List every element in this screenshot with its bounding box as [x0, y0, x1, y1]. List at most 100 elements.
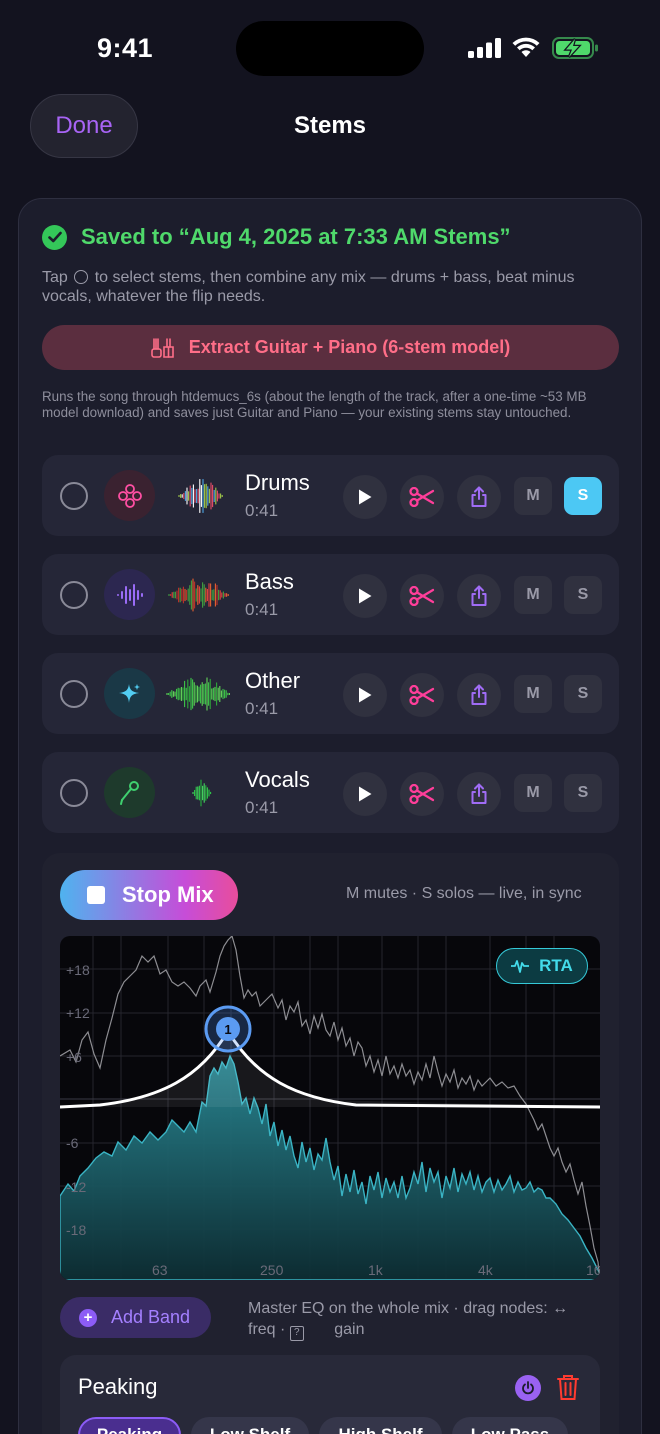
saved-text: Saved to “Aug 4, 2025 at 7:33 AM Stems” — [81, 224, 511, 249]
trim-button[interactable] — [400, 673, 444, 717]
freq-label: 63 — [152, 1262, 168, 1278]
db-label: +18 — [66, 962, 90, 978]
eq-graph[interactable]: +18 +12 +6 -6 -12 -18 63 250 1k 4k 16 1 — [60, 936, 600, 1280]
select-circle-icon — [74, 270, 89, 284]
saved-banner: Saved to “Aug 4, 2025 at 7:33 AM Stems” — [42, 223, 511, 251]
stop-mix-button[interactable]: Stop Mix — [60, 870, 238, 920]
scissors-icon — [409, 586, 435, 606]
stop-mix-label: Stop Mix — [122, 882, 214, 907]
solo-button[interactable]: S — [564, 774, 602, 812]
model-note: Runs the song through htdemucs_6s (about… — [42, 389, 587, 420]
freq-label: 16 — [586, 1262, 600, 1278]
cellular-signal-icon — [468, 38, 501, 58]
share-icon — [471, 684, 487, 705]
stem-select-circle[interactable] — [60, 482, 88, 510]
solo-button[interactable]: S — [564, 477, 602, 515]
drums-icon — [117, 483, 142, 508]
freq-label: 250 — [260, 1262, 284, 1278]
stem-row-drums: Drums 0:41 M S — [42, 455, 619, 536]
solo-button[interactable]: S — [564, 675, 602, 713]
export-button[interactable] — [457, 772, 501, 816]
play-button[interactable] — [343, 772, 387, 816]
page-title: Stems — [293, 112, 367, 139]
play-button[interactable] — [343, 574, 387, 618]
play-icon — [359, 786, 372, 802]
master-eq-hint: Master EQ on the whole mix · drag nodes:… — [248, 1298, 608, 1341]
play-button[interactable] — [343, 475, 387, 519]
eq-curve — [60, 1028, 600, 1109]
add-band-button[interactable]: + Add Band — [60, 1297, 211, 1338]
stem-duration: 0:41 — [245, 600, 279, 619]
add-band-label: Add Band — [111, 1307, 191, 1327]
status-bar: 9:41 — [0, 0, 660, 90]
wifi-icon — [512, 37, 540, 57]
unknown-glyph-icon: ? — [289, 1326, 304, 1341]
stem-icon-badge — [104, 470, 155, 521]
play-button[interactable] — [343, 673, 387, 717]
band-type-low-pass[interactable]: Low Pass — [452, 1417, 568, 1434]
stem-waveform — [178, 479, 223, 513]
stem-waveform — [168, 578, 229, 612]
extract-guitar-piano-button[interactable]: Extract Guitar + Piano (6-stem model) — [42, 325, 619, 370]
eq-node-label: 1 — [224, 1022, 231, 1037]
play-icon — [359, 489, 372, 505]
stem-duration: 0:41 — [245, 798, 279, 817]
checkmark-icon — [42, 224, 67, 250]
play-icon — [359, 588, 372, 604]
band-type-peaking[interactable]: Peaking — [78, 1417, 181, 1434]
stem-duration: 0:41 — [245, 501, 279, 520]
export-button[interactable] — [457, 673, 501, 717]
rta-toggle-button[interactable]: RTA — [496, 948, 588, 984]
rta-spectrum-fill — [60, 1054, 600, 1280]
stem-icon-badge — [104, 668, 155, 719]
share-icon — [471, 486, 487, 507]
trim-button[interactable] — [400, 772, 444, 816]
band-type-high-shelf[interactable]: High Shelf — [319, 1417, 442, 1434]
solo-button[interactable]: S — [564, 576, 602, 614]
db-label: -12 — [66, 1179, 86, 1195]
mute-button[interactable]: M — [514, 576, 552, 614]
freq-label: 1k — [368, 1262, 384, 1278]
mute-button[interactable]: M — [514, 675, 552, 713]
stem-duration: 0:41 — [245, 699, 279, 718]
stem-select-circle[interactable] — [60, 680, 88, 708]
stem-select-circle[interactable] — [60, 581, 88, 609]
extract-label: Extract Guitar + Piano (6-stem model) — [188, 337, 511, 357]
stem-name: Vocals — [245, 767, 310, 792]
waveform-icon — [116, 583, 143, 606]
pulse-icon — [511, 960, 530, 973]
rta-label: RTA — [539, 956, 573, 975]
power-icon — [522, 1381, 534, 1395]
db-label: +6 — [66, 1049, 82, 1065]
band-type-low-shelf[interactable]: Low Shelf — [191, 1417, 309, 1434]
scissors-icon — [409, 685, 435, 705]
mute-button[interactable]: M — [514, 774, 552, 812]
scissors-icon — [409, 784, 435, 804]
dynamic-island — [236, 21, 424, 76]
trim-button[interactable] — [400, 574, 444, 618]
stem-icon-badge — [104, 569, 155, 620]
eq-canvas[interactable]: +18 +12 +6 -6 -12 -18 63 250 1k 4k 16 1 — [60, 936, 600, 1280]
stem-row-bass: Bass 0:41 M S — [42, 554, 619, 635]
delete-band-button[interactable] — [556, 1373, 580, 1401]
sparkle-icon — [118, 683, 140, 703]
mute-button[interactable]: M — [514, 477, 552, 515]
microphone-icon — [119, 780, 139, 805]
trim-button[interactable] — [400, 475, 444, 519]
export-button[interactable] — [457, 574, 501, 618]
stem-row-vocals: Vocals 0:41 M S — [42, 752, 619, 833]
plus-icon: + — [79, 1308, 97, 1327]
stem-select-circle[interactable] — [60, 779, 88, 807]
stem-row-other: Other 0:41 M S — [42, 653, 619, 734]
stem-waveform — [166, 677, 230, 711]
mix-hint: M mutes · S solos — live, in sync — [346, 885, 582, 902]
band-power-button[interactable] — [515, 1375, 541, 1401]
stem-icon-badge — [104, 767, 155, 818]
freq-label: 4k — [478, 1262, 494, 1278]
band-type-title: Peaking — [78, 1374, 158, 1399]
stem-name: Drums — [245, 470, 310, 495]
status-time: 9:41 — [97, 33, 154, 63]
stem-name: Other — [245, 668, 301, 693]
stem-waveform — [192, 779, 212, 807]
export-button[interactable] — [457, 475, 501, 519]
